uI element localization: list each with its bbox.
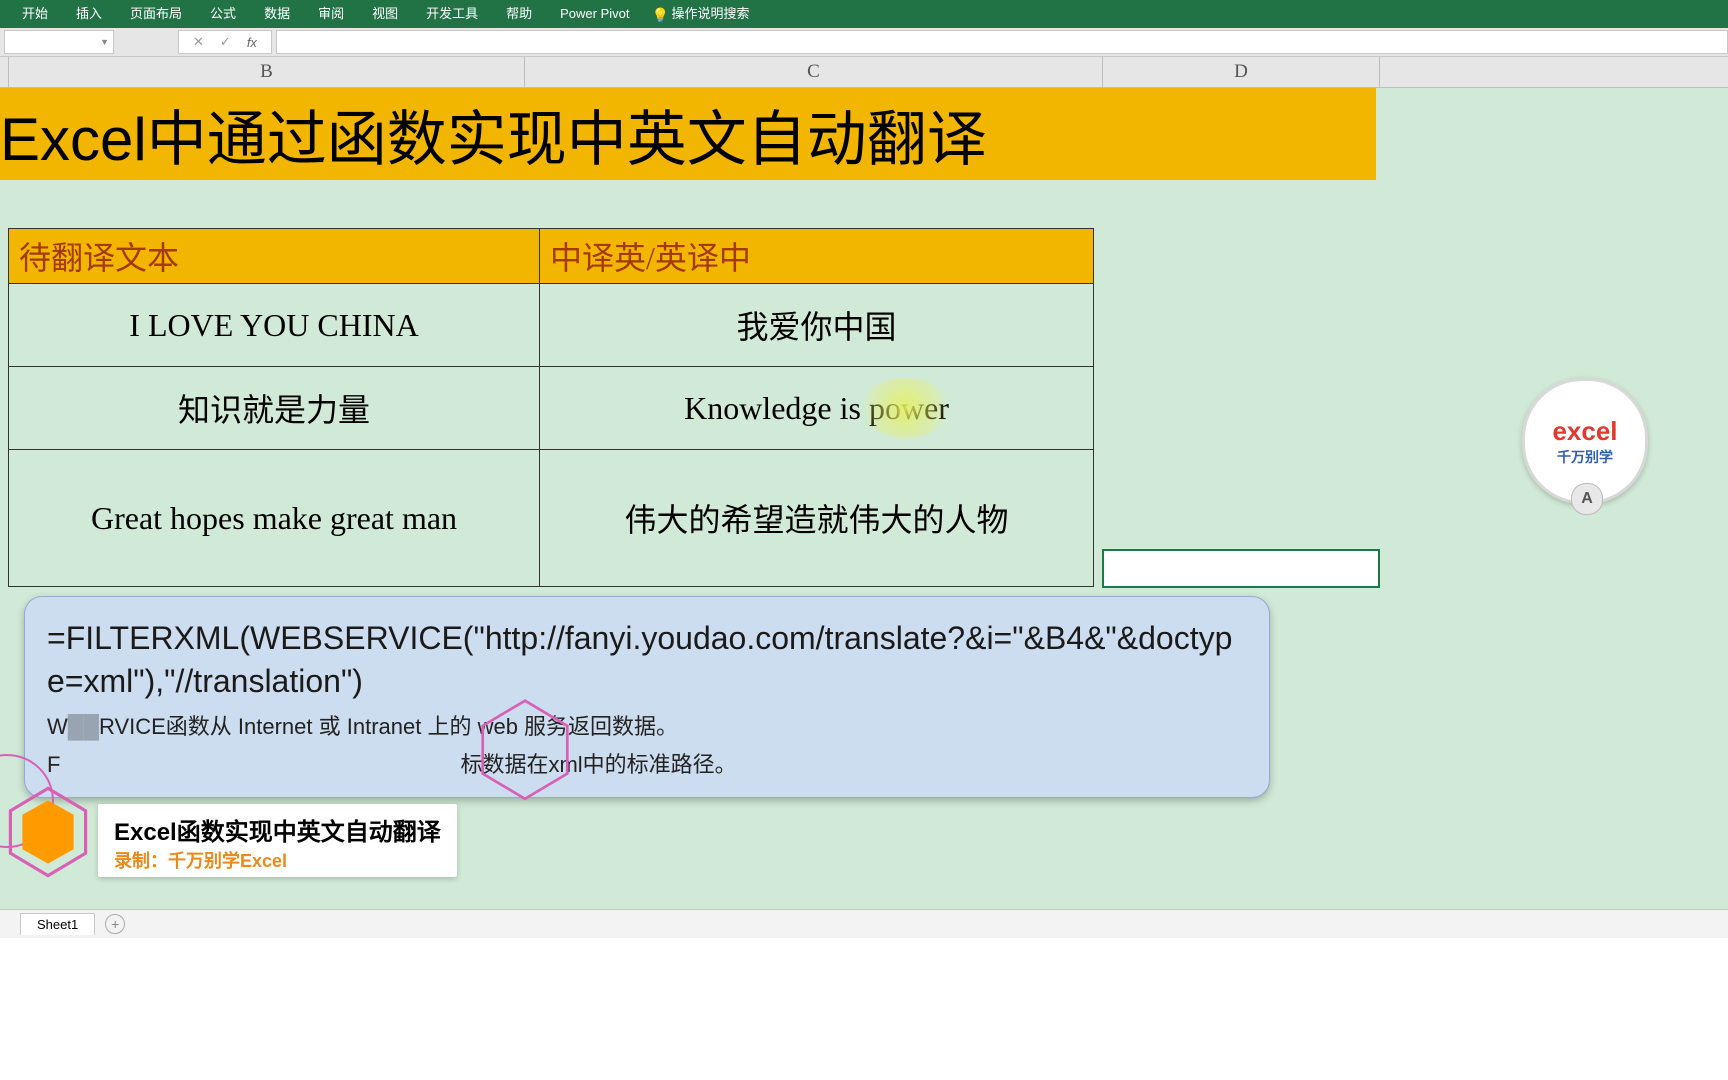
tab-powerpivot[interactable]: Power Pivot (546, 0, 643, 28)
tell-me-search[interactable]: 操作说明搜索 (672, 0, 764, 28)
formula-bar-row: ▼ ✕ ✓ fx (0, 28, 1728, 57)
cell-dst-1[interactable]: Knowledge is power (540, 367, 1094, 450)
cell-dst-2[interactable]: 伟大的希望造就伟大的人物 (540, 450, 1094, 587)
watermark-line2: 千万别学 (1557, 447, 1613, 467)
tab-insert[interactable]: 插入 (62, 0, 116, 28)
worksheet-area[interactable]: Excel中通过函数实现中英文自动翻译 待翻译文本 中译英/英译中 I LOVE… (0, 88, 1728, 938)
cell-src-2[interactable]: Great hopes make great man (9, 450, 540, 587)
cell-src-0[interactable]: I LOVE YOU CHINA (9, 284, 540, 367)
formula-bar[interactable] (276, 30, 1728, 54)
col-header-b[interactable]: B (9, 57, 525, 87)
sheet-tab-bar: Sheet1 + (0, 909, 1728, 938)
add-sheet-button[interactable]: + (105, 914, 125, 934)
col-header-d[interactable]: D (1103, 57, 1380, 87)
formula-controls: ✕ ✓ fx (178, 30, 272, 54)
tab-dev[interactable]: 开发工具 (412, 0, 492, 28)
hexagon-icon (8, 786, 88, 878)
tab-help[interactable]: 帮助 (492, 0, 546, 28)
tab-page-layout[interactable]: 页面布局 (116, 0, 196, 28)
th-translation: 中译英/英译中 (540, 229, 1094, 284)
cell-dst-0[interactable]: 我爱你中国 (540, 284, 1094, 367)
accept-icon[interactable]: ✓ (212, 34, 239, 50)
formula-callout: =FILTERXML(WEBSERVICE("http://fanyi.youd… (24, 596, 1270, 798)
sheet-tab-1[interactable]: Sheet1 (20, 913, 95, 935)
video-label-title: Excel函数实现中英文自动翻译 (114, 812, 441, 847)
callout-desc1: W██RVICE函数从 Internet 或 Intranet 上的 web 服… (47, 709, 1247, 741)
active-cell-d[interactable] (1102, 549, 1380, 588)
translation-table: 待翻译文本 中译英/英译中 I LOVE YOU CHINA 我爱你中国 知识就… (8, 228, 1094, 587)
tab-data[interactable]: 数据 (250, 0, 304, 28)
tab-home[interactable]: 开始 (8, 0, 62, 28)
watermark-badge: excel 千万别学 A (1522, 378, 1648, 504)
col-header-c[interactable]: C (525, 57, 1103, 87)
watermark-line1: excel (1552, 416, 1617, 447)
name-box[interactable]: ▼ (4, 30, 114, 54)
tab-view[interactable]: 视图 (358, 0, 412, 28)
cell-src-1[interactable]: 知识就是力量 (9, 367, 540, 450)
hexagon-outline-icon (480, 698, 570, 802)
lightbulb-icon: 💡 (652, 7, 666, 21)
tab-review[interactable]: 审阅 (304, 0, 358, 28)
fx-icon[interactable]: fx (239, 35, 265, 50)
video-label-author: 录制：千万别学Excel (114, 847, 441, 873)
callout-formula: =FILTERXML(WEBSERVICE("http://fanyi.youd… (47, 617, 1247, 703)
watermark-a-badge: A (1571, 483, 1603, 515)
name-box-caret-icon: ▼ (100, 37, 109, 47)
cancel-icon[interactable]: ✕ (185, 34, 212, 50)
tab-formulas[interactable]: 公式 (196, 0, 250, 28)
col-header-a[interactable] (0, 57, 9, 87)
callout-desc2: F标数据在xml中的标准路径。 (47, 747, 1247, 779)
page-title: Excel中通过函数实现中英文自动翻译 (0, 88, 1376, 180)
ribbon-tabs: 开始 插入 页面布局 公式 数据 审阅 视图 开发工具 帮助 Power Piv… (0, 0, 1728, 28)
th-source: 待翻译文本 (9, 229, 540, 284)
video-label-card: Excel函数实现中英文自动翻译 录制：千万别学Excel (98, 804, 457, 877)
column-headers: B C D (0, 57, 1728, 88)
